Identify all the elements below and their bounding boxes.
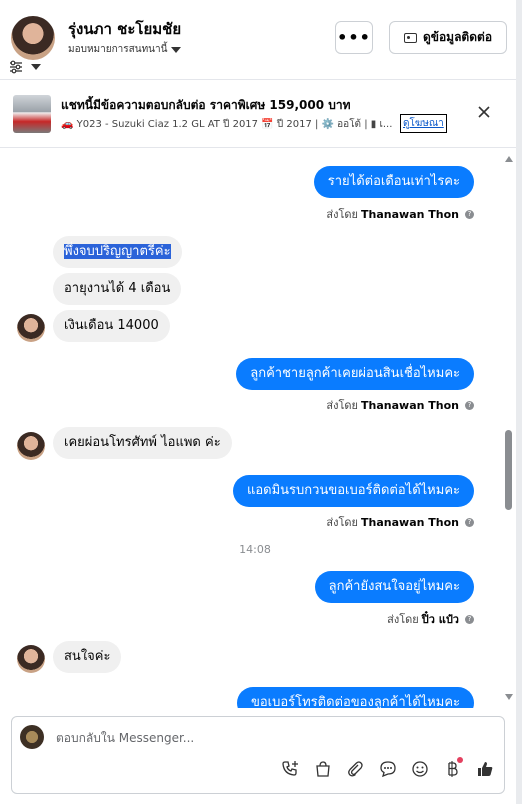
sent-by-label: ส่งโดย Thanawan Thon ? (326, 396, 474, 414)
notification-dot (457, 757, 463, 763)
thumbs-up-icon[interactable] (476, 760, 494, 778)
chevron-down-icon (171, 46, 182, 53)
view-ad-link[interactable]: ดูโฆษณา (400, 114, 447, 133)
add-call-icon[interactable] (281, 760, 299, 778)
scrollbar-thumb[interactable] (505, 430, 512, 510)
ad-banner-title: แชทนี้มีข้อความตอบกลับต่อ ราคาพิเศษ 159,… (61, 98, 351, 112)
contact-name[interactable]: รุ่งนภา ชะโยมชัย (68, 17, 181, 41)
timestamp-separator: 14:08 (239, 543, 271, 556)
contact-card-icon (403, 32, 417, 43)
incoming-message[interactable]: เคยผ่อนโทรศัทพ์ ไอแพด ค่ะ (53, 427, 232, 459)
more-options-button[interactable]: ••• (335, 21, 373, 54)
outgoing-message[interactable]: ลูกค้าชายลูกค้าเคยผ่อนสินเชื่อไหมคะ (236, 358, 474, 390)
assign-label: มอบหมายการสนทนานี้ (68, 44, 168, 55)
emoji-icon[interactable] (411, 760, 429, 778)
filter-chevron-down-icon[interactable] (31, 64, 41, 70)
info-icon[interactable]: ? (465, 400, 474, 410)
contact-avatar-small (17, 645, 45, 673)
window-edge (516, 0, 522, 804)
reply-input[interactable] (56, 731, 476, 745)
incoming-message[interactable]: สนใจค่ะ (53, 641, 122, 673)
message-composer (11, 716, 505, 794)
attachment-icon[interactable] (346, 760, 364, 778)
sent-by-label: ส่งโดย ปิ๋ว แป๋ว ? (387, 610, 474, 628)
assign-conversation-dropdown[interactable]: มอบหมายการสนทนานี้ (68, 42, 182, 57)
selected-text: พึ่งจบปริญญาตรีค่ะ (64, 244, 171, 259)
sent-by-label: ส่งโดย Thanawan Thon ? (326, 513, 474, 531)
contact-avatar-small (17, 314, 45, 342)
outgoing-message[interactable]: ลูกค้ายังสนใจอยู่ไหมคะ (314, 571, 474, 603)
info-icon[interactable]: ? (465, 209, 474, 219)
contact-avatar[interactable] (11, 16, 55, 60)
contact-avatar-small (17, 432, 45, 460)
saved-replies-icon[interactable] (379, 760, 397, 778)
outgoing-message[interactable]: แอดมินรบกวนขอเบอร์ติดต่อได้ไหมคะ (232, 475, 474, 507)
scroll-up-arrow-icon[interactable] (505, 156, 513, 162)
view-contact-info-button[interactable]: ดูข้อมูลติดต่อ (389, 21, 507, 54)
outgoing-message[interactable]: ขอเบอร์โทรติดต่อของลูกค้าได้ไหมคะ (236, 687, 474, 708)
incoming-message[interactable]: เงินเดือน 14000 (53, 310, 170, 342)
sent-by-label: ส่งโดย Thanawan Thon ? (326, 205, 474, 223)
scroll-down-arrow-icon[interactable] (505, 694, 513, 700)
ad-banner-detail: 🚗 Y023 - Suzuki Ciaz 1.2 GL AT ปี 2017 📅… (61, 119, 393, 130)
outgoing-message[interactable]: รายได้ต่อเดือนเท่าไรคะ (313, 166, 474, 198)
view-contact-info-label: ดูข้อมูลติดต่อ (422, 30, 493, 44)
close-icon[interactable] (475, 103, 493, 121)
shopping-bag-icon[interactable] (314, 760, 332, 778)
incoming-message[interactable]: พึ่งจบปริญญาตรีค่ะ (53, 236, 182, 268)
page-avatar (20, 725, 44, 749)
info-icon[interactable]: ? (465, 517, 474, 527)
message-thread[interactable]: รายได้ต่อเดือนเท่าไรคะ ส่งโดย Thanawan T… (0, 148, 516, 708)
filter-sliders-icon[interactable] (9, 60, 23, 74)
car-ad-thumbnail (13, 95, 51, 133)
incoming-message[interactable]: อายุงานได้ 4 เดือน (53, 273, 182, 305)
info-icon[interactable]: ? (465, 614, 474, 624)
